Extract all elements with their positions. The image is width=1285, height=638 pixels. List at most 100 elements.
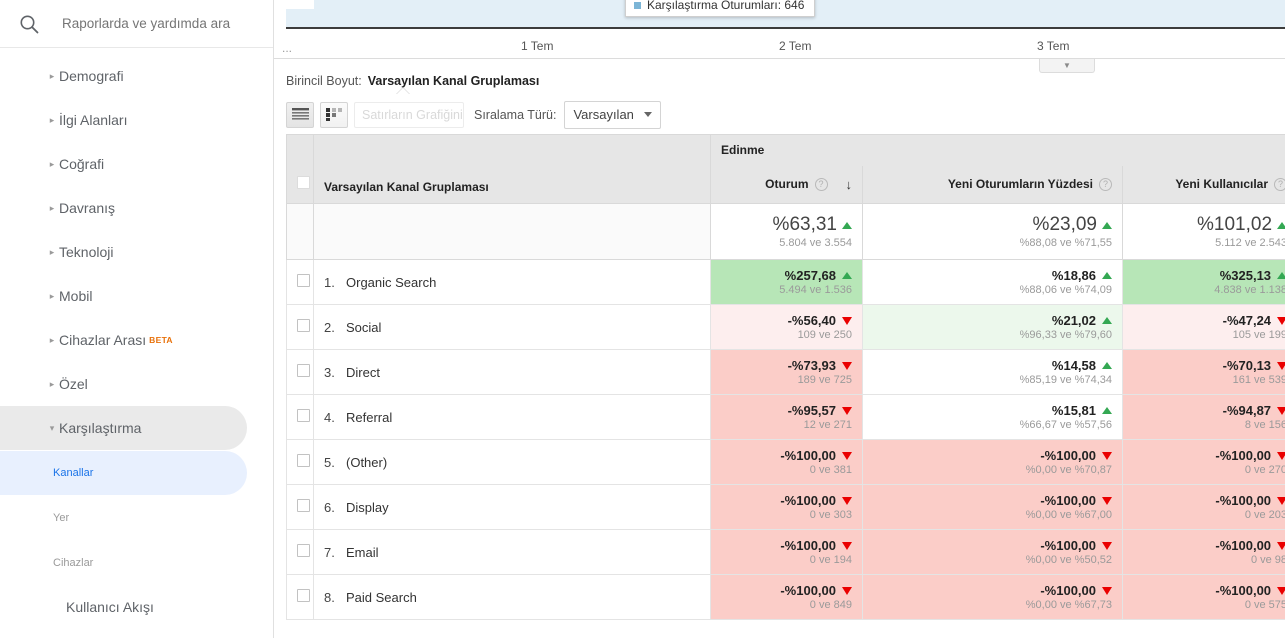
row-channel-link[interactable]: Email — [346, 545, 379, 560]
sidebar-item-cihazlar[interactable]: Cihazlar — [0, 541, 273, 585]
cell-new-users-value: -%70,13 — [1222, 358, 1272, 373]
primary-dimension-value[interactable]: Varsayılan Kanal Gruplaması — [368, 74, 540, 88]
row-dimension-cell: 1. Organic Search — [313, 259, 711, 305]
sidebar-item-label: Teknoloji — [59, 244, 114, 260]
sidebar-item-yer[interactable]: Yer — [0, 496, 273, 540]
row-channel-link[interactable]: Paid Search — [346, 590, 417, 605]
row-check-cell — [286, 574, 314, 620]
help-icon[interactable]: ? — [814, 177, 828, 191]
trend-up-icon — [1102, 221, 1112, 229]
row-check-cell — [286, 439, 314, 485]
sidebar-item-kanallar[interactable]: Kanallar — [0, 451, 247, 495]
table-row[interactable]: 1. Organic Search %257,68 5.494 ve 1.536 %18… — [286, 259, 1285, 305]
row-checkbox[interactable] — [297, 274, 310, 287]
cell-sessions: -%95,57 12 ve 271 — [710, 394, 863, 440]
summary-sessions: %63,31 5.804 ve 3.554 — [710, 203, 863, 260]
row-checkbox[interactable] — [297, 319, 310, 332]
select-all-cell — [286, 165, 314, 204]
table-row[interactable]: 2. Social -%56,40 109 ve 250 %21,02 %96,33 ve… — [286, 304, 1285, 350]
sidebar-item-zel[interactable]: ▸ Özel — [0, 362, 273, 406]
trend-down-icon — [1102, 496, 1112, 505]
help-icon[interactable]: ? — [1099, 177, 1112, 191]
sidebar-item-co-rafi[interactable]: ▸ Coğrafi — [0, 142, 273, 186]
row-channel-link[interactable]: Organic Search — [346, 275, 436, 290]
column-header-dimension[interactable]: Varsayılan Kanal Gruplaması — [313, 165, 711, 204]
plot-rows-button: Satırların Grafiğini Çiz — [354, 101, 464, 128]
row-checkbox[interactable] — [297, 409, 310, 422]
trend-down-icon — [842, 496, 852, 505]
trend-up-icon — [1277, 272, 1285, 279]
cell-new-sessions-pct-subvalue: %0,00 ve %67,73 — [1025, 599, 1112, 611]
cell-sessions-subvalue: 0 ve 849 — [809, 599, 852, 611]
table-row[interactable]: 7. Email -%100,00 0 ve 194 -%100,00 %0,00 ve … — [286, 529, 1285, 575]
select-all-checkbox[interactable] — [297, 176, 310, 190]
rows-view-icon[interactable] — [286, 101, 314, 128]
table-row[interactable]: 8. Paid Search -%100,00 0 ve 849 -%100,00 %0,… — [286, 574, 1285, 620]
row-checkbox[interactable] — [297, 499, 310, 512]
sidebar-item-i-lgi-alanlar[interactable]: ▸ İlgi Alanları — [0, 98, 273, 142]
arrow-down-icon[interactable]: ↓ — [846, 177, 853, 192]
chevron-right-icon: ▸ — [49, 202, 55, 213]
row-checkbox[interactable] — [297, 589, 310, 602]
chevron-down-icon — [643, 112, 652, 117]
column-header-sessions[interactable]: Oturum ? ↓ — [710, 165, 863, 204]
column-header-new-sessions-pct[interactable]: Yeni Oturumların Yüzdesi ? — [862, 165, 1123, 204]
cell-sessions: -%100,00 0 ve 381 — [710, 439, 863, 485]
sidebar-item-edinme[interactable]: ▸Edinme — [0, 629, 273, 638]
sidebar-item-davran[interactable]: ▸ Davranış — [0, 186, 273, 230]
table-row[interactable]: 5. (Other) -%100,00 0 ve 381 -%100,00 %0,00 v… — [286, 439, 1285, 485]
cell-new-users-subvalue: 8 ve 156 — [1244, 419, 1285, 431]
row-index: 2. — [324, 319, 335, 335]
cell-new-sessions-pct: -%100,00 %0,00 ve %67,00 — [862, 484, 1123, 530]
trend-up-icon — [1102, 407, 1112, 414]
table-row[interactable]: 4. Referral -%95,57 12 ve 271 %15,81 %66,67 v… — [286, 394, 1285, 440]
summary-sessions-value-wrap: %63,31 — [721, 214, 852, 236]
sidebar-item-teknoloji[interactable]: ▸ Teknoloji — [0, 230, 273, 274]
row-dimension-cell: 4. Referral — [313, 394, 711, 440]
table-summary-row: %63,31 5.804 ve 3.554 %23,09 %88,08 ve %71,… — [286, 203, 1285, 260]
sidebar-item-label: Karşılaştırma — [59, 420, 142, 436]
pivot-view-icon[interactable] — [320, 101, 348, 128]
sidebar-item-kar-la-t-rma[interactable]: ▾ Karşılaştırma — [0, 406, 247, 450]
trend-down-icon — [842, 586, 852, 595]
row-checkbox[interactable] — [297, 454, 310, 467]
row-dimension-cell: 3. Direct — [313, 349, 711, 395]
table-row[interactable]: 6. Display -%100,00 0 ve 303 -%100,00 %0,00 v… — [286, 484, 1285, 530]
row-channel-link[interactable]: Social — [346, 320, 381, 335]
summary-new-sessions-pct-subvalue: %88,08 ve %71,55 — [1019, 237, 1112, 249]
row-checkbox[interactable] — [297, 544, 310, 557]
sidebar-item-label: Yer — [53, 512, 70, 524]
row-channel-link[interactable]: Referral — [346, 410, 392, 425]
cell-new-users: -%100,00 0 ve 270 — [1121, 439, 1285, 485]
sidebar-item-kullan-c-ak[interactable]: Kullanıcı Akışı — [0, 585, 273, 629]
cell-new-users: -%100,00 0 ve 203 — [1121, 484, 1285, 530]
chevron-right-icon: ▸ — [49, 290, 55, 301]
cell-new-sessions-pct-subvalue: %0,00 ve %67,00 — [1025, 509, 1112, 521]
sort-type-select[interactable]: Varsayılan — [564, 100, 661, 129]
dimension-caret — [396, 88, 410, 95]
sidebar-item-cihazlar-aras[interactable]: ▸ Cihazlar Arası BETA — [0, 318, 273, 362]
cell-new-users-value: -%100,00 — [1215, 538, 1272, 553]
group-header-dimension — [313, 134, 711, 166]
column-header-new-users[interactable]: Yeni Kullanıcılar ? — [1121, 165, 1285, 204]
trend-down-icon — [1102, 451, 1112, 460]
chart-expander-button[interactable]: ▼ — [1039, 59, 1095, 73]
cell-new-users-value-wrap: -%47,24 — [1133, 313, 1285, 328]
row-channel-link[interactable]: Direct — [346, 365, 380, 380]
search-input[interactable] — [62, 16, 252, 31]
chevron-right-icon: ▸ — [49, 246, 55, 257]
row-channel-link[interactable]: (Other) — [346, 455, 387, 470]
chart-region: Karşılaştırma Oturumları: 646 — [274, 0, 1285, 32]
row-checkbox[interactable] — [297, 364, 310, 377]
table-row[interactable]: 3. Direct -%73,93 189 ve 725 %14,58 %85,19 ve… — [286, 349, 1285, 395]
chevron-right-icon: ▸ — [49, 114, 55, 125]
sidebar-search[interactable] — [0, 0, 273, 48]
help-icon[interactable]: ? — [1274, 177, 1285, 191]
row-channel-link[interactable]: Display — [346, 500, 389, 515]
cell-new-sessions-pct-value: -%100,00 — [1040, 493, 1096, 508]
sidebar-item-mobil[interactable]: ▸ Mobil — [0, 274, 273, 318]
sidebar-item-demografi[interactable]: ▸ Demografi — [0, 54, 273, 98]
cell-sessions-value: -%56,40 — [787, 313, 836, 328]
row-dimension-cell: 2. Social — [313, 304, 711, 350]
cell-new-sessions-pct-value-wrap: %18,86 — [873, 268, 1112, 283]
